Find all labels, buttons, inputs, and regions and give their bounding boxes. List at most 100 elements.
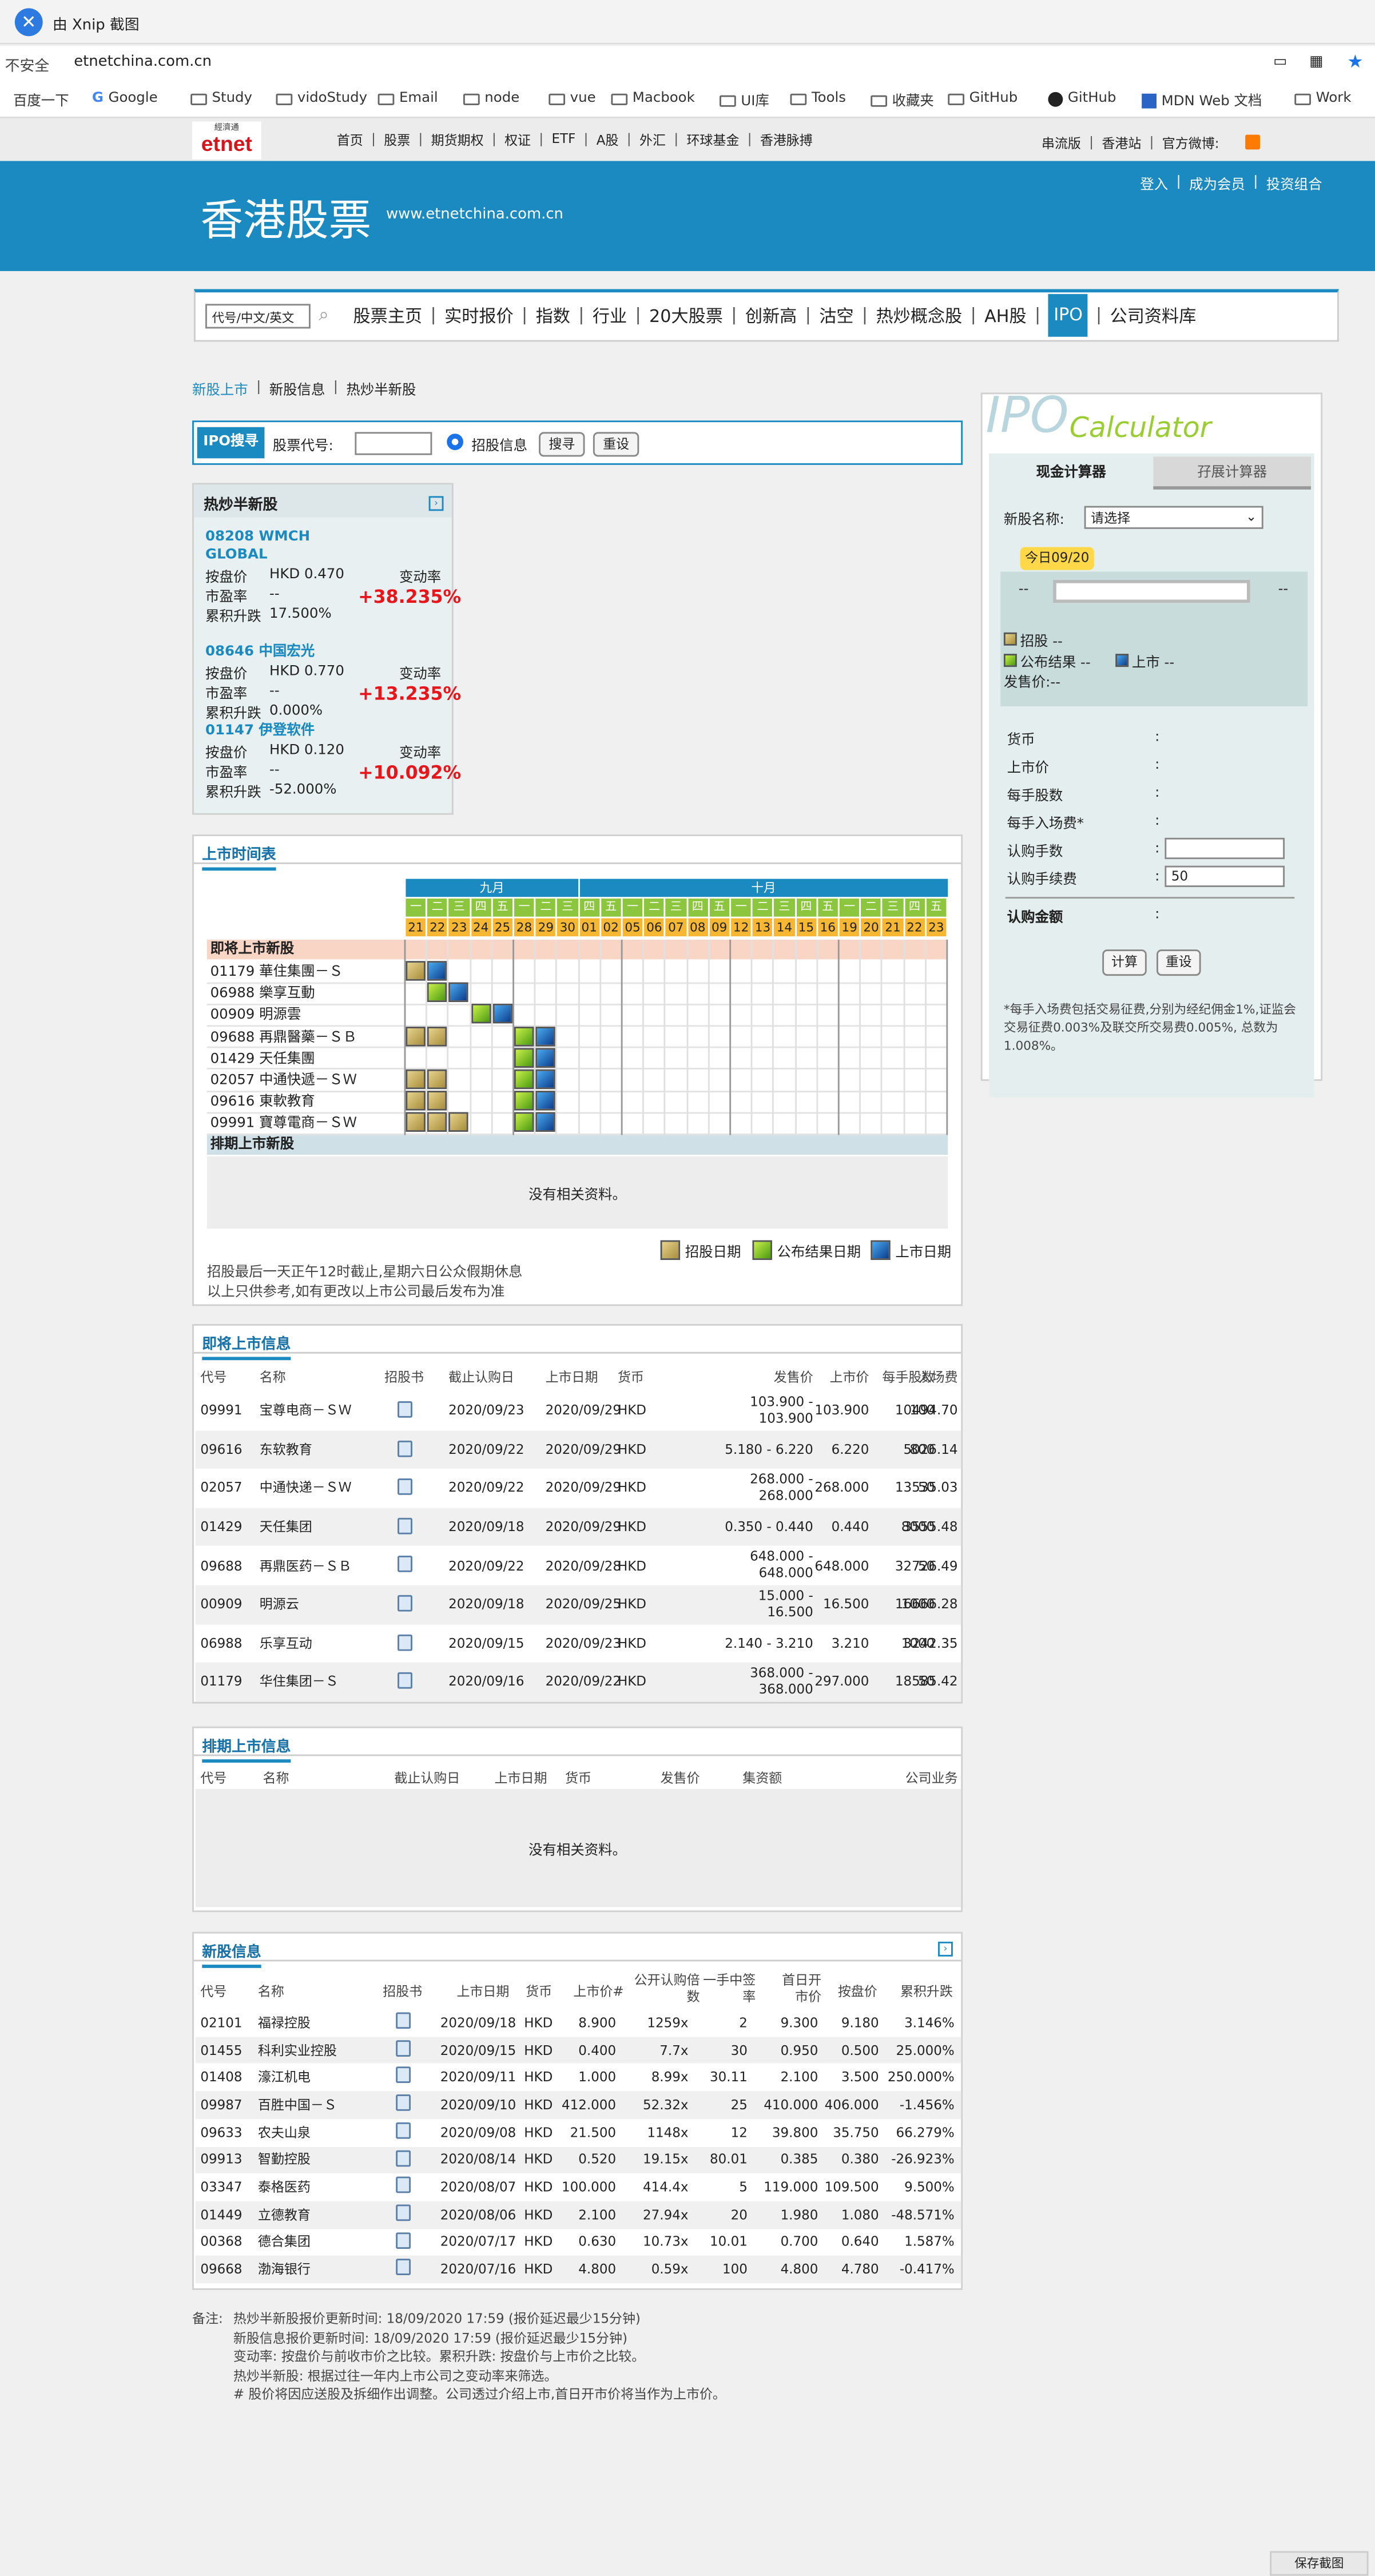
user-link[interactable]: 成为会员 <box>1189 174 1245 194</box>
mainnav-tab[interactable]: 沽空 <box>819 303 853 328</box>
subnav-link[interactable]: 新股信息 <box>269 379 325 399</box>
prospectus-icon[interactable] <box>396 2012 411 2029</box>
topnav-link[interactable]: 香港脉搏 <box>760 132 813 150</box>
topnav-link[interactable]: 股票 <box>384 132 410 150</box>
bookmark-item[interactable]: MDN Web 文档 <box>1142 90 1262 110</box>
prospectus-icon[interactable] <box>398 1517 412 1535</box>
mainnav-tab[interactable]: 行业 <box>593 303 627 328</box>
timeline-slider[interactable] <box>1053 579 1250 603</box>
bookmark-item[interactable]: G Google <box>92 90 158 107</box>
bookmark-item[interactable]: Tools <box>790 90 846 107</box>
schedule-row-label[interactable]: 00909 明源雲 <box>210 1004 301 1024</box>
topnav-link[interactable]: 权证 <box>504 132 531 150</box>
bookmark-item[interactable]: vidoStudy <box>276 90 367 107</box>
mainnav-tab[interactable]: 创新高 <box>745 303 797 328</box>
table-cell[interactable]: 天任集团 <box>260 1508 312 1547</box>
prospectus-icon[interactable] <box>398 1440 412 1457</box>
star-icon[interactable]: ★ <box>1347 51 1363 72</box>
prospectus-icon[interactable] <box>398 1556 412 1573</box>
topnav-link[interactable]: A股 <box>597 132 619 150</box>
table-cell[interactable]: 福禄控股 <box>258 2009 311 2037</box>
mainnav-tab[interactable]: 指数 <box>536 303 570 328</box>
table-cell[interactable]: 09987 <box>200 2092 242 2119</box>
lots-input[interactable] <box>1165 837 1285 860</box>
schedule-row-label[interactable]: 09688 再鼎醫藥－ＳＢ <box>210 1026 357 1046</box>
schedule-row-label[interactable]: 01179 華住集團－Ｓ <box>210 961 343 981</box>
tab-cash-calculator[interactable]: 现金计算器 <box>992 456 1150 490</box>
url-text[interactable]: etnetchina.com.cn <box>74 54 212 71</box>
stock-code-input[interactable] <box>355 432 432 455</box>
bookmark-item[interactable]: GitHub <box>948 90 1018 107</box>
table-cell[interactable]: 德合集团 <box>258 2228 311 2256</box>
subnav-link[interactable]: 热炒半新股 <box>346 379 416 399</box>
table-cell[interactable]: 01455 <box>200 2037 242 2064</box>
schedule-row-label[interactable]: 06988 樂享互動 <box>210 983 315 1003</box>
table-cell[interactable]: 明源云 <box>260 1585 299 1624</box>
table-cell[interactable]: 宝尊电商－ＳＷ <box>260 1392 352 1430</box>
mainnav-tab[interactable]: AH股 <box>984 303 1027 328</box>
calculate-button[interactable]: 计算 <box>1102 949 1147 976</box>
qr-icon[interactable]: ▦ <box>1309 54 1323 71</box>
cast-icon[interactable]: ▭ <box>1273 54 1287 71</box>
ipo-info-radio[interactable] <box>447 434 463 450</box>
save-screenshot-button[interactable]: 保存截图 <box>1270 2551 1369 2576</box>
topnav-right-link[interactable]: 官方微博: <box>1162 135 1219 153</box>
prospectus-icon[interactable] <box>396 2040 411 2057</box>
bookmark-item[interactable]: UI库 <box>720 90 769 110</box>
table-cell[interactable]: 03347 <box>200 2173 242 2201</box>
table-cell[interactable]: 百胜中国－Ｓ <box>258 2092 337 2119</box>
hot-stock-name[interactable]: 08646 中国宏光 <box>205 644 320 662</box>
prospectus-icon[interactable] <box>396 2067 411 2084</box>
schedule-row-label[interactable]: 09616 東軟教育 <box>210 1091 315 1111</box>
table-cell[interactable]: 01449 <box>200 2201 242 2228</box>
table-cell[interactable]: 00368 <box>200 2228 242 2256</box>
mainnav-tab[interactable]: 公司资料库 <box>1110 303 1197 328</box>
table-cell[interactable]: 华住集团－Ｓ <box>260 1663 339 1702</box>
table-cell[interactable]: 09913 <box>200 2146 242 2174</box>
search-icon[interactable]: ⌕ <box>319 304 329 327</box>
newinfo-expand-icon[interactable]: › <box>938 1941 953 1957</box>
prospectus-icon[interactable] <box>396 2094 411 2112</box>
table-cell[interactable]: 00909 <box>200 1585 242 1624</box>
prospectus-icon[interactable] <box>396 2149 411 2166</box>
expand-icon[interactable]: › <box>428 496 444 511</box>
prospectus-icon[interactable] <box>396 2122 411 2139</box>
table-cell[interactable]: 09633 <box>200 2119 242 2146</box>
prospectus-icon[interactable] <box>398 1595 412 1612</box>
table-cell[interactable]: 乐享互动 <box>260 1624 312 1663</box>
table-cell[interactable]: 09991 <box>200 1392 242 1430</box>
calculator-reset-button[interactable]: 重设 <box>1157 949 1201 976</box>
user-link[interactable]: 投资组合 <box>1266 174 1322 194</box>
mainnav-tab[interactable]: 实时报价 <box>444 303 514 328</box>
table-cell[interactable]: 濠江机电 <box>258 2064 311 2092</box>
bookmark-item[interactable]: Email <box>377 90 438 107</box>
table-cell[interactable]: 02057 <box>200 1469 242 1508</box>
bookmark-item[interactable]: node <box>463 90 519 107</box>
prospectus-icon[interactable] <box>396 2204 411 2221</box>
table-cell[interactable]: 渤海银行 <box>258 2256 311 2283</box>
mainnav-tab[interactable]: 热炒概念股 <box>876 303 962 328</box>
reset-button[interactable]: 重设 <box>593 432 639 457</box>
topnav-link[interactable]: 期货期权 <box>431 132 484 150</box>
table-cell[interactable]: 09688 <box>200 1547 242 1585</box>
user-link[interactable]: 登入 <box>1140 174 1168 194</box>
table-cell[interactable]: 06988 <box>200 1624 242 1663</box>
tab-margin-calculator[interactable]: 孖展计算器 <box>1153 456 1312 490</box>
table-cell[interactable]: 01408 <box>200 2064 242 2092</box>
table-cell[interactable]: 立德教育 <box>258 2201 311 2228</box>
mainnav-tab[interactable]: IPO <box>1048 294 1088 337</box>
table-cell[interactable]: 01429 <box>200 1508 242 1547</box>
hot-stock-name[interactable]: 01147 伊登软件 <box>205 723 320 741</box>
table-cell[interactable]: 智勤控股 <box>258 2146 311 2174</box>
search-button[interactable]: 搜寻 <box>539 432 585 457</box>
topnav-right-link[interactable]: 香港站 <box>1102 135 1141 153</box>
mainnav-tab[interactable]: 20大股票 <box>649 303 723 328</box>
bookmark-item[interactable]: Study <box>190 90 252 107</box>
stock-search-input[interactable]: 代号/中文/英文 <box>205 304 311 329</box>
etnet-logo[interactable]: 經濟通 etnet <box>192 121 261 160</box>
bookmark-item[interactable]: Macbook <box>611 90 695 107</box>
prospectus-icon[interactable] <box>398 1672 412 1689</box>
subnav-link[interactable]: 新股上市 <box>192 379 248 399</box>
table-cell[interactable]: 01179 <box>200 1663 242 1702</box>
table-cell[interactable]: 泰格医药 <box>258 2173 311 2201</box>
